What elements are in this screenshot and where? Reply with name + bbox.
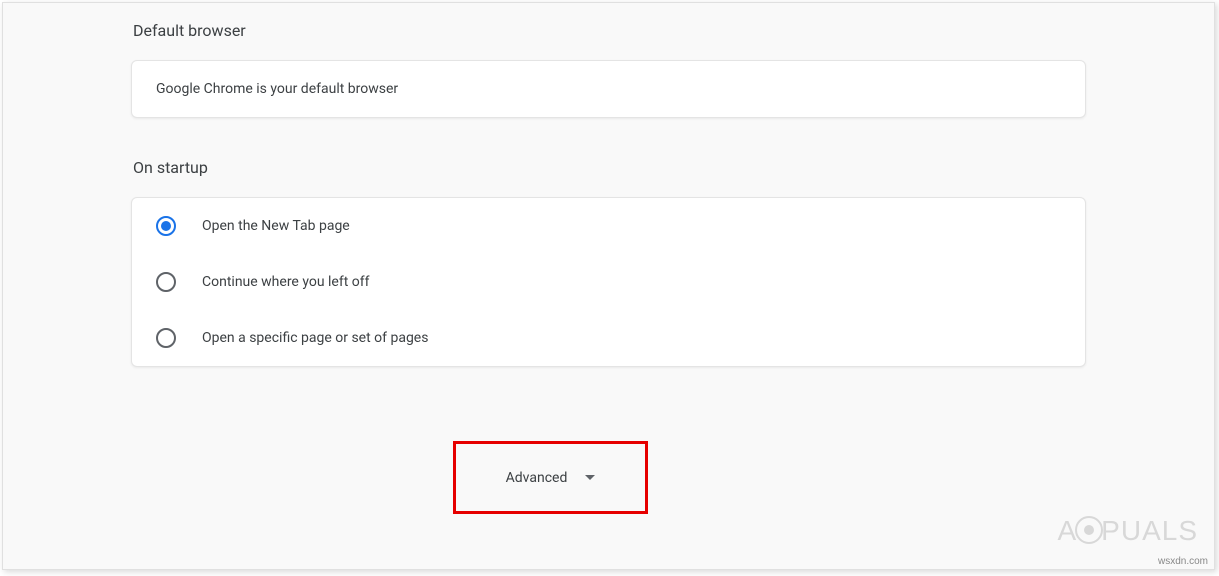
watermark-logo: APUALS	[1057, 515, 1198, 547]
advanced-label: Advanced	[506, 470, 568, 486]
chevron-down-icon	[585, 475, 595, 480]
startup-option-label: Open a specific page or set of pages	[202, 330, 428, 346]
radio-unselected-icon	[156, 272, 176, 292]
startup-option-label: Open the New Tab page	[202, 218, 350, 234]
startup-option-continue[interactable]: Continue where you left off	[132, 254, 1085, 310]
startup-option-specific-page[interactable]: Open a specific page or set of pages	[132, 310, 1085, 366]
section-title-default-browser: Default browser	[131, 21, 1086, 40]
radio-unselected-icon	[156, 328, 176, 348]
advanced-button[interactable]: Advanced	[453, 441, 648, 514]
settings-page: Default browser Google Chrome is your de…	[2, 2, 1215, 570]
default-browser-row: Google Chrome is your default browser	[132, 61, 1085, 117]
on-startup-card: Open the New Tab page Continue where you…	[131, 197, 1086, 367]
footer-url: wsxdn.com	[1158, 556, 1208, 567]
default-browser-card: Google Chrome is your default browser	[131, 60, 1086, 118]
default-browser-status: Google Chrome is your default browser	[156, 81, 398, 97]
startup-option-label: Continue where you left off	[202, 274, 370, 290]
startup-option-new-tab[interactable]: Open the New Tab page	[132, 198, 1085, 254]
radio-selected-icon	[156, 216, 176, 236]
section-title-on-startup: On startup	[131, 158, 1086, 177]
settings-content: Default browser Google Chrome is your de…	[3, 3, 1214, 367]
